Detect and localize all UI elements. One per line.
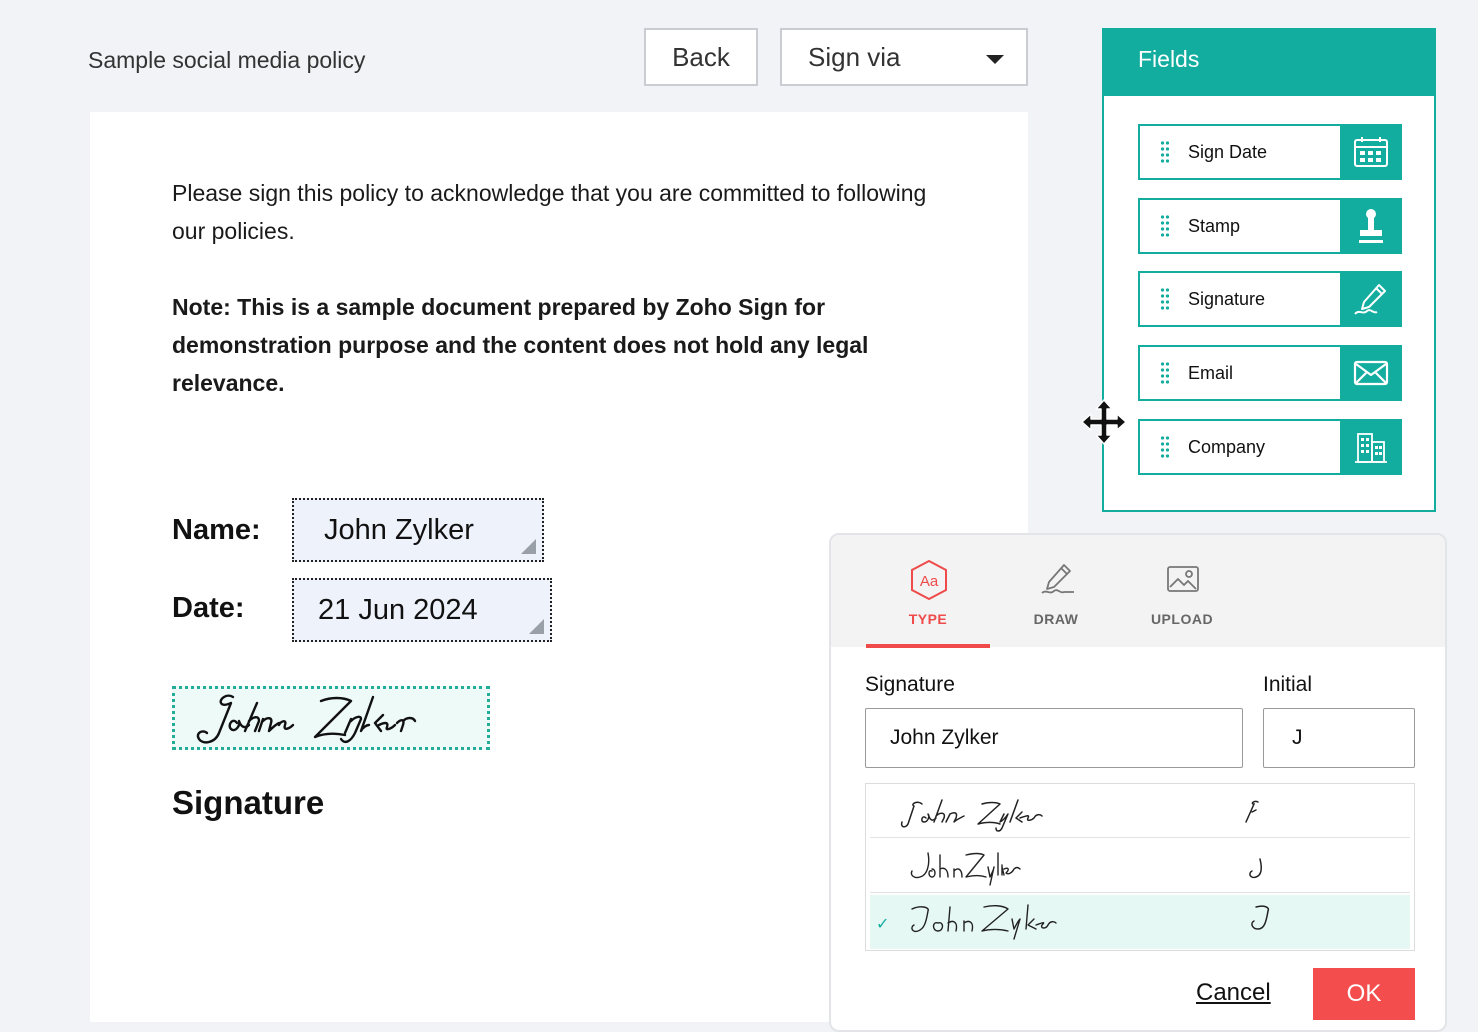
fields-panel: Fields Sign Date Stamp Signature Email C… — [1102, 28, 1436, 512]
field-item-stamp[interactable]: Stamp — [1138, 198, 1402, 254]
tab-type-label: TYPE — [908, 611, 948, 627]
field-item-company[interactable]: Company — [1138, 419, 1402, 475]
signature-style-option-selected[interactable]: ✓ — [870, 895, 1410, 949]
document-title: Sample social media policy — [88, 47, 366, 73]
name-label: Name: — [172, 514, 261, 546]
sign-via-dropdown[interactable]: Sign via — [780, 28, 1028, 86]
field-item-label: Email — [1188, 362, 1234, 383]
signature-style-option[interactable] — [870, 839, 1410, 893]
image-icon — [1162, 559, 1204, 606]
sign-via-label: Sign via — [808, 41, 901, 72]
signature-dialog: Aa TYPE DRAW UPLOAD Signature Initial Jo… — [829, 533, 1447, 1032]
field-item-label: Company — [1188, 436, 1266, 457]
drag-handle-icon[interactable] — [1160, 214, 1170, 238]
resize-handle-icon[interactable] — [529, 619, 544, 634]
tab-type[interactable]: Aa TYPE — [866, 535, 990, 647]
drag-handle-icon[interactable] — [1160, 435, 1170, 459]
stamp-icon — [1340, 198, 1402, 254]
date-field-value: 21 Jun 2024 — [318, 593, 478, 626]
tab-upload-label: UPLOAD — [1150, 611, 1214, 627]
drag-handle-icon[interactable] — [1160, 287, 1170, 311]
initial-input-label: Initial — [1263, 673, 1313, 696]
policy-note: Note: This is a sample document prepared… — [172, 294, 869, 396]
date-field[interactable]: 21 Jun 2024 — [292, 578, 552, 642]
type-aa-icon: Aa — [908, 559, 950, 606]
field-item-sign-date[interactable]: Sign Date — [1138, 124, 1402, 180]
field-item-signature[interactable]: Signature — [1138, 271, 1402, 327]
ok-button[interactable]: OK — [1313, 968, 1415, 1020]
name-field[interactable]: John Zylker — [292, 498, 544, 562]
chevron-down-icon — [986, 55, 1004, 64]
drag-handle-icon[interactable] — [1160, 361, 1170, 385]
field-item-label: Signature — [1188, 288, 1266, 309]
pen-icon — [1340, 271, 1402, 327]
signature-label: Signature — [172, 784, 325, 821]
tab-draw[interactable]: DRAW — [994, 535, 1118, 647]
draw-pen-icon — [1036, 559, 1078, 606]
name-field-value: John Zylker — [324, 513, 474, 546]
signature-style-list: ✓ — [865, 783, 1415, 951]
signature-mode-tabs: Aa TYPE DRAW UPLOAD — [831, 535, 1445, 648]
envelope-icon — [1340, 345, 1402, 401]
signature-style-preview — [911, 904, 1270, 940]
field-item-label: Stamp — [1188, 215, 1241, 236]
field-item-email[interactable]: Email — [1138, 345, 1402, 401]
drag-handle-icon[interactable] — [1160, 140, 1170, 164]
active-tab-indicator — [866, 644, 990, 648]
tab-upload[interactable]: UPLOAD — [1120, 535, 1244, 647]
handwritten-signature — [196, 694, 417, 744]
signature-field[interactable] — [172, 686, 490, 750]
field-item-label: Sign Date — [1188, 141, 1268, 162]
tab-draw-label: DRAW — [1033, 611, 1079, 627]
back-button[interactable]: Back — [644, 28, 758, 86]
svg-text:Aa: Aa — [920, 573, 939, 590]
signature-style-preview — [910, 852, 1262, 886]
signature-name-input[interactable]: John Zylker — [865, 708, 1243, 768]
resize-handle-icon[interactable] — [521, 539, 536, 554]
date-label: Date: — [172, 592, 245, 624]
initial-input[interactable]: J — [1263, 708, 1415, 768]
fields-panel-title: Fields — [1104, 30, 1434, 96]
signature-style-option[interactable] — [870, 784, 1410, 838]
signature-input-label: Signature — [865, 673, 955, 696]
signature-style-preview — [900, 799, 1259, 832]
move-cursor-icon — [1080, 398, 1128, 451]
building-icon — [1340, 419, 1402, 475]
calendar-icon — [1340, 124, 1402, 180]
cancel-button[interactable]: Cancel — [1196, 979, 1271, 1007]
policy-paragraph: Please sign this policy to acknowledge t… — [172, 180, 927, 244]
